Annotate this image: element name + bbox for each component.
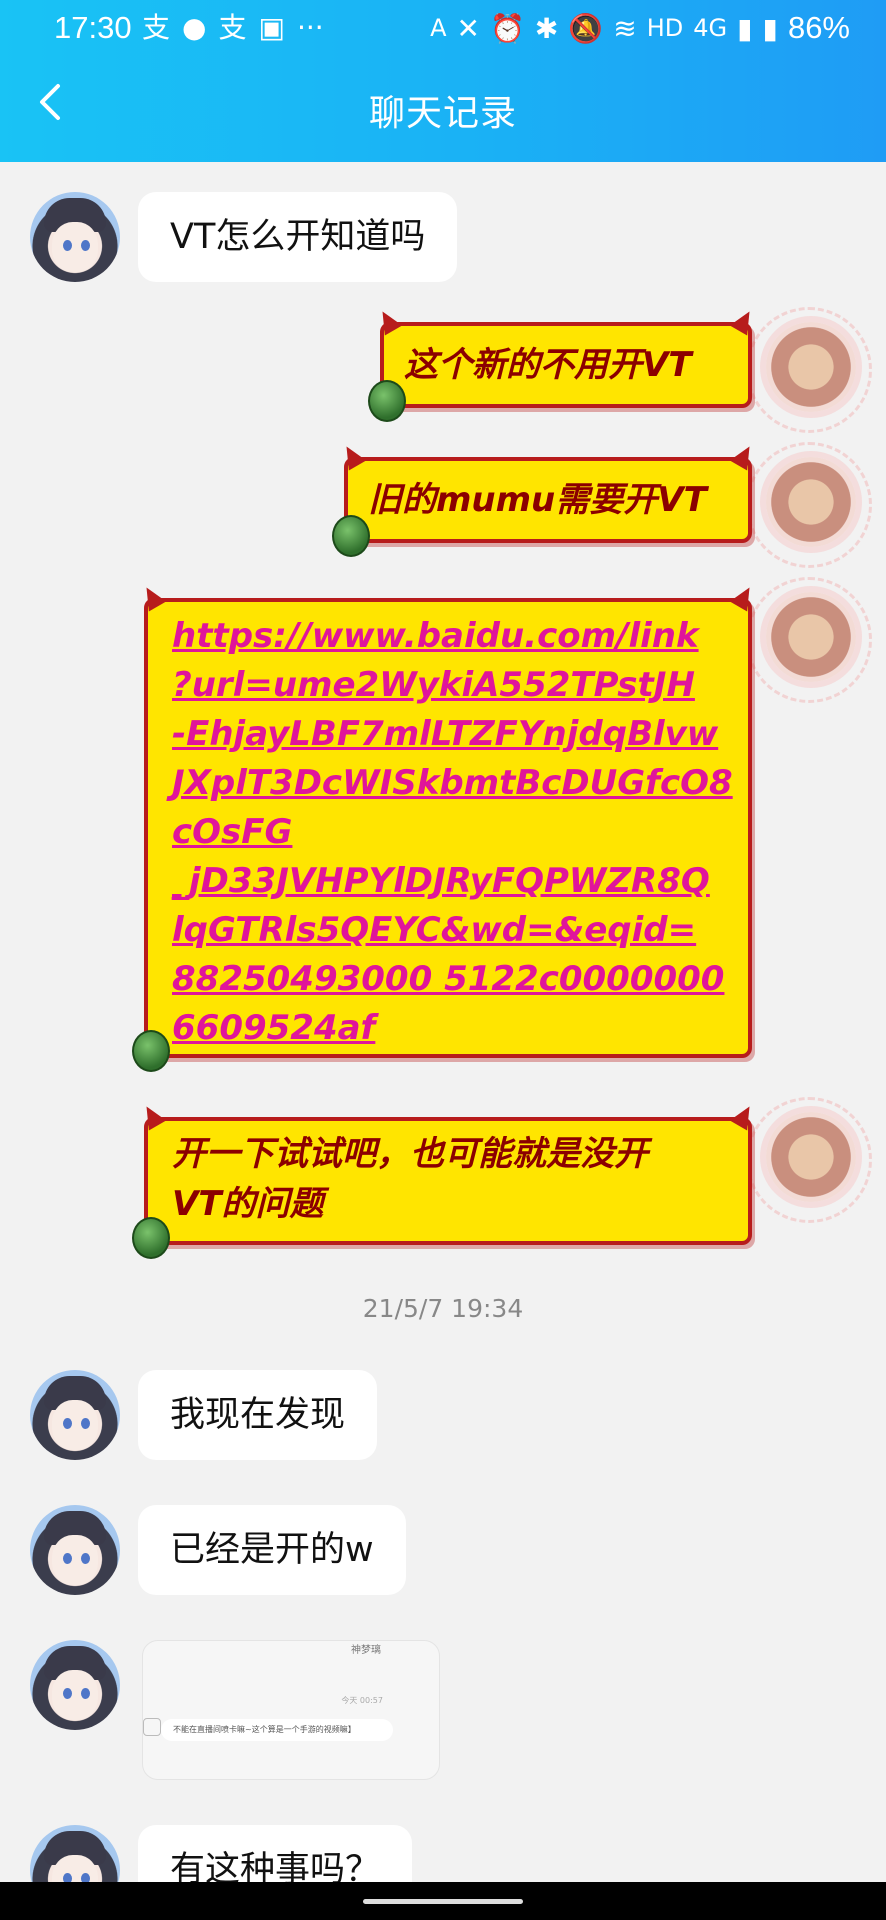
message-bubble[interactable]: 这个新的不用开VT bbox=[368, 306, 759, 422]
message-text-line: VT的问题 bbox=[172, 1184, 324, 1224]
avatar[interactable] bbox=[30, 1825, 120, 1882]
message-bubble[interactable]: VT怎么开知道吗 bbox=[138, 192, 458, 282]
message-link[interactable]: https://www.baidu.com/link ?url=ume2Wyki… bbox=[172, 612, 748, 1053]
image-caption-name: 神梦璃 bbox=[351, 1645, 381, 1656]
gallery-icon: ▣ bbox=[258, 11, 285, 44]
image-caption-quote: 不能在直播间喷卡嘛~这个算是一个手游的视频嘛】 bbox=[161, 1719, 393, 1741]
x-icon: ✕ bbox=[456, 11, 481, 45]
avatar[interactable] bbox=[766, 592, 856, 682]
message-bubble[interactable]: 已经是开的w bbox=[138, 1505, 406, 1595]
message-text-line: 开一下试试吧，也可能就是没开 bbox=[172, 1134, 648, 1174]
status-time: 17:30 bbox=[54, 10, 132, 45]
battery-icon: ▮ bbox=[762, 11, 778, 45]
system-navigation-bar bbox=[0, 1882, 886, 1920]
grenade-icon bbox=[132, 1030, 170, 1072]
avatar[interactable] bbox=[30, 1640, 120, 1730]
message-icon: ● bbox=[182, 11, 207, 44]
link-message-bubble[interactable]: https://www.baidu.com/link ?url=ume2Wyki… bbox=[132, 582, 759, 1072]
auto-brightness-icon: A bbox=[430, 14, 447, 42]
network-type-label: 4G bbox=[693, 14, 728, 42]
mute-icon: 🔕 bbox=[568, 11, 604, 45]
avatar[interactable] bbox=[30, 1370, 120, 1460]
status-bar: 17:30 支 ● 支 ▣ ··· A ✕ ⏰ ✱ 🔕 ≋ HD 4G ▮ ▮ … bbox=[0, 0, 886, 60]
wifi-icon: ≋ bbox=[613, 11, 637, 45]
status-right-icons: A ✕ ⏰ ✱ 🔕 ≋ HD 4G ▮ ▮ 86% bbox=[430, 10, 850, 46]
message-timestamp: 21/5/7 19:34 bbox=[362, 1294, 524, 1323]
image-file-icon bbox=[143, 1718, 161, 1736]
image-message[interactable]: 神梦璃 今天 00:57 不能在直播间喷卡嘛~这个算是一个手游的视频嘛】 bbox=[142, 1640, 440, 1780]
grenade-icon bbox=[132, 1217, 170, 1259]
alipay-icon: 支 bbox=[218, 11, 247, 44]
page-title: 聊天记录 bbox=[368, 93, 517, 134]
avatar[interactable] bbox=[766, 322, 856, 412]
battery-percent: 86% bbox=[787, 10, 850, 45]
home-gesture-handle[interactable] bbox=[363, 1899, 523, 1904]
grenade-icon bbox=[368, 380, 406, 422]
image-caption-time: 今天 00:57 bbox=[341, 1696, 383, 1705]
message-bubble[interactable]: 我现在发现 bbox=[138, 1370, 378, 1460]
top-header: 17:30 支 ● 支 ▣ ··· A ✕ ⏰ ✱ 🔕 ≋ HD 4G ▮ ▮ … bbox=[0, 0, 886, 162]
avatar[interactable] bbox=[30, 1505, 120, 1595]
notification-icons: 支 ● 支 ▣ ··· bbox=[142, 12, 324, 44]
alipay-icon: 支 bbox=[142, 11, 171, 44]
hd-label: HD bbox=[646, 14, 684, 42]
avatar[interactable] bbox=[766, 457, 856, 547]
message-text: 旧的mumu需要开VT bbox=[368, 480, 707, 520]
avatar[interactable] bbox=[30, 192, 120, 282]
bluetooth-icon: ✱ bbox=[534, 11, 559, 45]
alarm-icon: ⏰ bbox=[490, 11, 525, 45]
more-icon: ··· bbox=[296, 11, 324, 44]
chat-history[interactable]: VT怎么开知道吗 这个新的不用开VT 旧的mumu需要开VT https://w… bbox=[0, 162, 886, 1882]
message-bubble[interactable]: 有这种事吗？ bbox=[138, 1825, 413, 1882]
message-text: 这个新的不用开VT bbox=[404, 345, 692, 385]
message-bubble[interactable]: 旧的mumu需要开VT bbox=[332, 441, 759, 557]
avatar[interactable] bbox=[766, 1112, 856, 1202]
message-bubble[interactable]: 开一下试试吧，也可能就是没开 VT的问题 bbox=[132, 1101, 759, 1259]
signal-icon: ▮ bbox=[737, 11, 753, 45]
grenade-icon bbox=[332, 515, 370, 557]
